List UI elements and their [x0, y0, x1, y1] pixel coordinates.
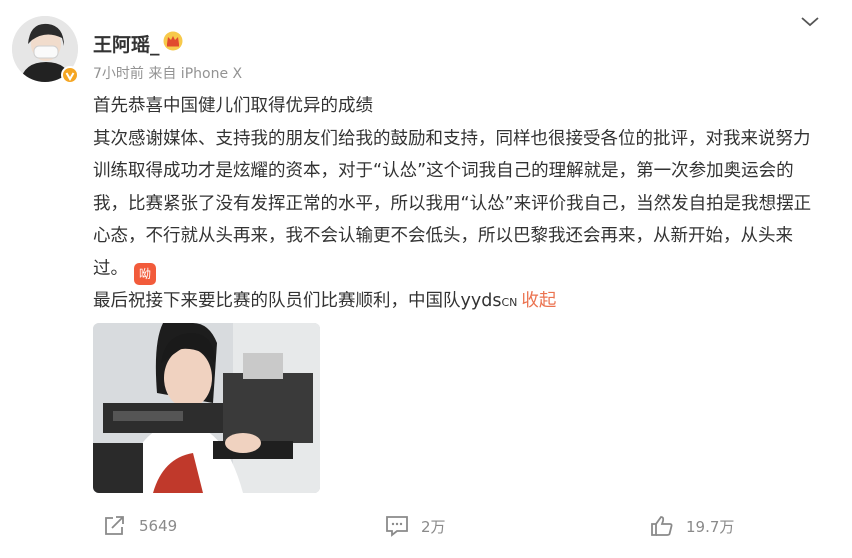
post-photo[interactable]	[93, 323, 320, 493]
repost-icon	[105, 516, 124, 535]
action-bar: 5649 2万 19.7万	[0, 515, 852, 549]
post-paragraph: 其次感谢媒体、支持我的朋友们给我的鼓励和支持，同样也很接受各位的批评，对我来说努…	[93, 123, 823, 286]
like-count: 19.7万	[686, 517, 735, 536]
repost-button[interactable]: 5649	[103, 515, 177, 537]
shooter-photo	[93, 323, 320, 493]
post-text: 首先恭喜中国健儿们取得优异的成绩 其次感谢媒体、支持我的朋友们给我的鼓励和支持，…	[93, 90, 823, 320]
crown-icon	[163, 31, 183, 51]
like-icon	[651, 516, 673, 536]
comment-button[interactable]: 2万	[385, 515, 446, 537]
emoji-badge: 呦	[134, 262, 156, 285]
chevron-down-icon[interactable]	[799, 14, 821, 30]
like-button[interactable]: 19.7万	[650, 515, 734, 537]
post-line-3-text: 最后祝接下来要比赛的队员们比赛顺利，中国队yyds	[93, 291, 502, 311]
post-line-1: 首先恭喜中国健儿们取得优异的成绩	[93, 96, 373, 116]
post-line-3: 最后祝接下来要比赛的队员们比赛顺利，中国队yydsCN 收起	[93, 285, 823, 320]
post-paragraph-text: 其次感谢媒体、支持我的朋友们给我的鼓励和支持，同样也很接受各位的批评，对我来说努…	[93, 128, 812, 279]
cn-tag: CN	[501, 296, 518, 309]
verified-icon	[61, 66, 79, 84]
post-meta: 7小时前 来自 iPhone X	[93, 66, 243, 82]
comment-icon	[386, 516, 408, 537]
comment-count: 2万	[421, 517, 446, 536]
collapse-link[interactable]: 收起	[521, 291, 556, 311]
repost-count: 5649	[139, 517, 178, 535]
username[interactable]: 王阿瑶_	[93, 30, 160, 57]
